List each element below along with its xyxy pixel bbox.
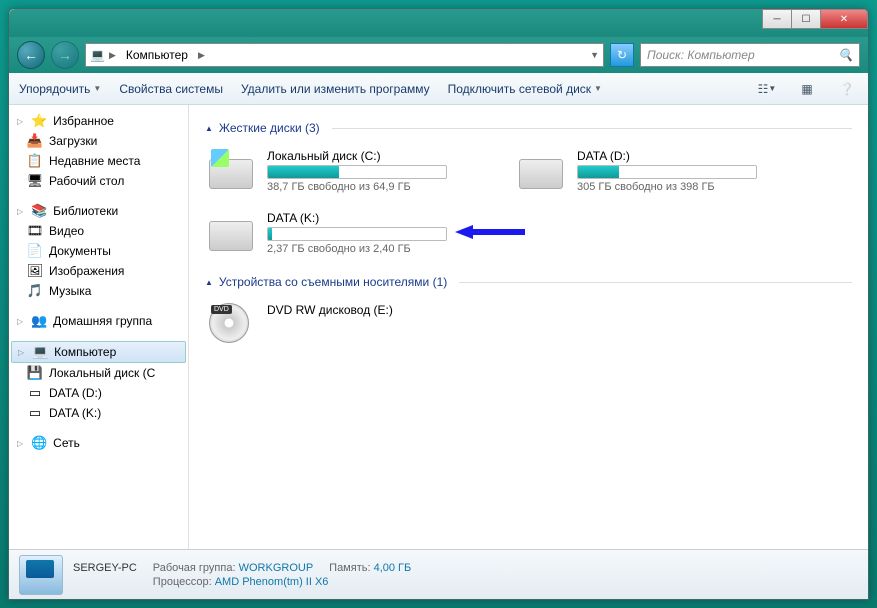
drive-name: DATA (K:) xyxy=(267,211,491,225)
recent-icon: 📋 xyxy=(27,153,43,169)
dropdown-icon[interactable]: ▼ xyxy=(590,50,599,60)
computer-large-icon xyxy=(19,555,63,595)
organize-button[interactable]: Упорядочить ▼ xyxy=(19,82,101,96)
preview-pane-button[interactable]: ▦ xyxy=(796,78,818,100)
maximize-button[interactable]: ☐ xyxy=(791,9,821,29)
sidebar-item-recent[interactable]: 📋Недавние места xyxy=(9,151,188,171)
view-button[interactable]: ☷ ▼ xyxy=(756,78,778,100)
status-cpu-value: AMD Phenom(tm) II X6 xyxy=(215,576,329,588)
sidebar: ⭐Избранное 📥Загрузки 📋Недавние места 🖥Ра… xyxy=(9,105,189,549)
status-cpu-label: Процессор: xyxy=(153,576,212,588)
downloads-icon: 📥 xyxy=(27,133,43,149)
sidebar-item-documents[interactable]: 📄Документы xyxy=(9,241,188,261)
sidebar-item-drive-d[interactable]: ▭DATA (D:) xyxy=(9,383,188,403)
computer-icon: 💻 xyxy=(90,48,105,62)
drive-c[interactable]: Локальный диск (C:) 38,7 ГБ свободно из … xyxy=(205,145,495,197)
network-icon: 🌐 xyxy=(31,435,47,451)
status-mem-label: Память: xyxy=(329,562,370,574)
desktop-icon: 🖥 xyxy=(27,173,43,189)
sidebar-libraries[interactable]: 📚Библиотеки xyxy=(9,201,188,221)
toolbar: Упорядочить ▼ Свойства системы Удалить и… xyxy=(9,73,868,105)
usage-bar xyxy=(577,165,757,179)
dvd-icon: DVD xyxy=(209,303,257,343)
titlebar: ─ ☐ ✕ xyxy=(9,9,868,37)
status-mem-value: 4,00 ГБ xyxy=(374,562,412,574)
drive-name: DATA (D:) xyxy=(577,149,801,163)
explorer-window: ─ ☐ ✕ ← → 💻 ▶ Компьютер ▶ ▼ ↻ Поиск: Ком… xyxy=(8,8,869,600)
sidebar-item-downloads[interactable]: 📥Загрузки xyxy=(9,131,188,151)
refresh-button[interactable]: ↻ xyxy=(610,43,634,67)
libraries-icon: 📚 xyxy=(31,203,47,219)
usage-bar xyxy=(267,165,447,179)
search-icon: 🔍 xyxy=(838,48,853,62)
drive-k[interactable]: DATA (K:) 2,37 ГБ свободно из 2,40 ГБ xyxy=(205,207,495,259)
map-drive-button[interactable]: Подключить сетевой диск ▼ xyxy=(448,82,602,96)
status-bar: SERGEY-PC Рабочая группа: WORKGROUP Памя… xyxy=(9,549,868,599)
status-wg-value: WORKGROUP xyxy=(239,562,314,574)
drive-free-text: 305 ГБ свободно из 398 ГБ xyxy=(577,181,801,193)
search-input[interactable]: Поиск: Компьютер 🔍 xyxy=(640,43,860,67)
help-button[interactable]: ❔ xyxy=(836,78,858,100)
sidebar-item-drive-c[interactable]: 💾Локальный диск (C xyxy=(9,363,188,383)
close-button[interactable]: ✕ xyxy=(820,9,868,29)
uninstall-button[interactable]: Удалить или изменить программу xyxy=(241,82,430,96)
video-icon: 🎞 xyxy=(27,223,43,239)
sidebar-item-music[interactable]: 🎵Музыка xyxy=(9,281,188,301)
sidebar-computer[interactable]: 💻Компьютер xyxy=(11,341,186,363)
drive-icon xyxy=(209,149,257,189)
drive-icon: 💾 xyxy=(27,365,43,381)
sidebar-item-pictures[interactable]: 🖼Изображения xyxy=(9,261,188,281)
search-placeholder: Поиск: Компьютер xyxy=(647,48,755,62)
drive-icon xyxy=(519,149,567,189)
status-wg-label: Рабочая группа: xyxy=(153,562,236,574)
sidebar-favorites[interactable]: ⭐Избранное xyxy=(9,111,188,131)
usage-bar xyxy=(267,227,447,241)
address-bar[interactable]: 💻 ▶ Компьютер ▶ ▼ xyxy=(85,43,604,67)
chevron-right-icon: ▶ xyxy=(198,50,205,61)
drive-free-text: 2,37 ГБ свободно из 2,40 ГБ xyxy=(267,243,491,255)
content-pane: Жесткие диски (3) Локальный диск (C:) 38… xyxy=(189,105,868,549)
sidebar-network[interactable]: 🌐Сеть xyxy=(9,433,188,453)
section-removable[interactable]: Устройства со съемными носителями (1) xyxy=(205,275,852,289)
drive-name: Локальный диск (C:) xyxy=(267,149,491,163)
drive-icon: ▭ xyxy=(27,385,43,401)
pictures-icon: 🖼 xyxy=(27,263,43,279)
drive-free-text: 38,7 ГБ свободно из 64,9 ГБ xyxy=(267,181,491,193)
drive-dvd[interactable]: DVD DVD RW дисковод (E:) xyxy=(205,299,495,347)
nav-bar: ← → 💻 ▶ Компьютер ▶ ▼ ↻ Поиск: Компьютер… xyxy=(9,37,868,73)
sidebar-item-desktop[interactable]: 🖥Рабочий стол xyxy=(9,171,188,191)
music-icon: 🎵 xyxy=(27,283,43,299)
status-pc-name: SERGEY-PC xyxy=(73,562,137,574)
star-icon: ⭐ xyxy=(31,113,47,129)
homegroup-icon: 👥 xyxy=(31,313,47,329)
section-hard-drives[interactable]: Жесткие диски (3) xyxy=(205,121,852,135)
drive-icon xyxy=(209,211,257,251)
drive-icon: ▭ xyxy=(27,405,43,421)
sidebar-homegroup[interactable]: 👥Домашняя группа xyxy=(9,311,188,331)
forward-button[interactable]: → xyxy=(51,41,79,69)
drive-name: DVD RW дисковод (E:) xyxy=(267,303,491,317)
minimize-button[interactable]: ─ xyxy=(762,9,792,29)
system-properties-button[interactable]: Свойства системы xyxy=(119,82,223,96)
computer-icon: 💻 xyxy=(32,344,48,360)
drive-d[interactable]: DATA (D:) 305 ГБ свободно из 398 ГБ xyxy=(515,145,805,197)
back-button[interactable]: ← xyxy=(17,41,45,69)
breadcrumb-root[interactable]: Компьютер xyxy=(120,46,194,64)
sidebar-item-drive-k[interactable]: ▭DATA (K:) xyxy=(9,403,188,423)
sidebar-item-video[interactable]: 🎞Видео xyxy=(9,221,188,241)
documents-icon: 📄 xyxy=(27,243,43,259)
chevron-right-icon: ▶ xyxy=(109,50,116,61)
